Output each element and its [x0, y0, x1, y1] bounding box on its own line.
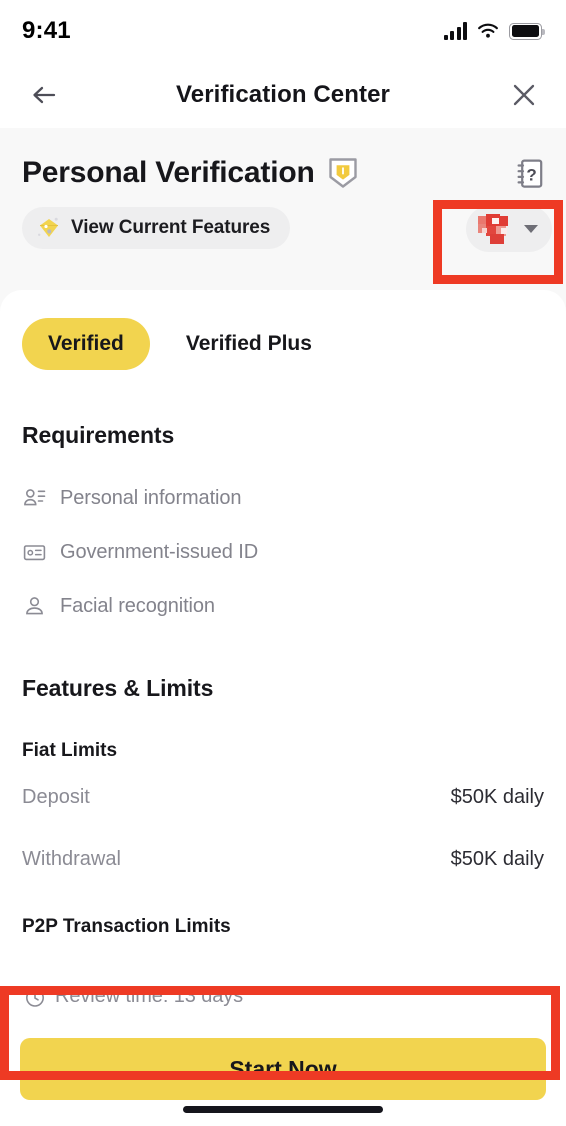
p2p-transaction-limits-title: P2P Transaction Limits — [22, 916, 231, 937]
requirement-label: Facial recognition — [60, 594, 215, 617]
home-indicator — [183, 1106, 383, 1113]
requirements-list: Personal information Government-issued I… — [22, 471, 544, 633]
status-time: 9:41 — [22, 17, 71, 44]
back-button[interactable] — [27, 78, 61, 112]
phone-screen: 9:41 Verification Center Personal Verifi… — [0, 0, 566, 1126]
diamond-gem-icon — [38, 217, 58, 237]
close-icon — [513, 84, 535, 106]
header-title-row: Personal Verification — [22, 156, 359, 190]
requirement-label: Government-issued ID — [60, 540, 259, 563]
person-details-icon — [22, 486, 46, 510]
verified-shield-icon — [328, 158, 357, 188]
requirement-row-personal-information: Personal information — [22, 471, 544, 525]
navigation-bar: Verification Center — [0, 62, 566, 128]
verification-tabs: Verified Verified Plus — [22, 318, 544, 370]
requirement-row-government-id: Government-issued ID — [22, 525, 544, 579]
features-pill-label: View Current Features — [71, 217, 271, 238]
svg-text:?: ? — [526, 165, 536, 184]
tab-verified[interactable]: Verified — [22, 318, 150, 370]
signal-bars-icon — [443, 22, 467, 40]
view-current-features-button[interactable]: View Current Features — [22, 207, 291, 249]
stopwatch-icon — [26, 987, 44, 1007]
close-button[interactable] — [507, 78, 541, 112]
person-outline-icon — [22, 594, 46, 618]
fiat-limits-title: Fiat Limits — [22, 740, 118, 761]
requirement-label: Personal information — [60, 486, 242, 509]
requirement-row-facial-recognition: Facial recognition — [22, 579, 544, 633]
tab-verified-plus[interactable]: Verified Plus — [160, 318, 338, 370]
back-arrow-icon — [33, 86, 56, 104]
page-title: Verification Center — [176, 81, 390, 108]
status-bar: 9:41 — [0, 0, 566, 62]
limit-label: Deposit — [22, 785, 90, 808]
chevron-down-icon — [524, 225, 538, 233]
review-time-row: Review time: 13 days — [0, 975, 566, 1020]
status-icons — [443, 22, 545, 40]
requirements-heading: Requirements — [22, 422, 175, 448]
verification-header: Personal Verification ? View Current Fea… — [0, 128, 566, 296]
redacted-avatar-icon — [476, 210, 518, 248]
limit-row-withdrawal: Withdrawal $50K daily — [22, 832, 544, 886]
battery-full-icon — [509, 22, 545, 40]
features-limits-heading: Features & Limits — [22, 675, 214, 701]
id-card-icon — [22, 540, 46, 564]
header-top-row: Personal Verification ? — [22, 156, 544, 190]
limit-label: Withdrawal — [22, 847, 121, 870]
limit-value: $50K daily — [450, 847, 544, 870]
wifi-icon — [478, 23, 498, 38]
verification-title: Personal Verification — [22, 156, 315, 189]
review-time-text: Review time: 13 days — [55, 985, 244, 1007]
start-now-button[interactable]: Start Now — [20, 1038, 546, 1100]
footer-bar: Review time: 13 days Start Now — [0, 975, 566, 1126]
limit-row-deposit: Deposit $50K daily — [22, 770, 544, 824]
limit-value: $50K daily — [450, 785, 544, 808]
account-switcher-button[interactable] — [466, 206, 552, 252]
help-question-icon[interactable]: ? — [516, 158, 544, 190]
